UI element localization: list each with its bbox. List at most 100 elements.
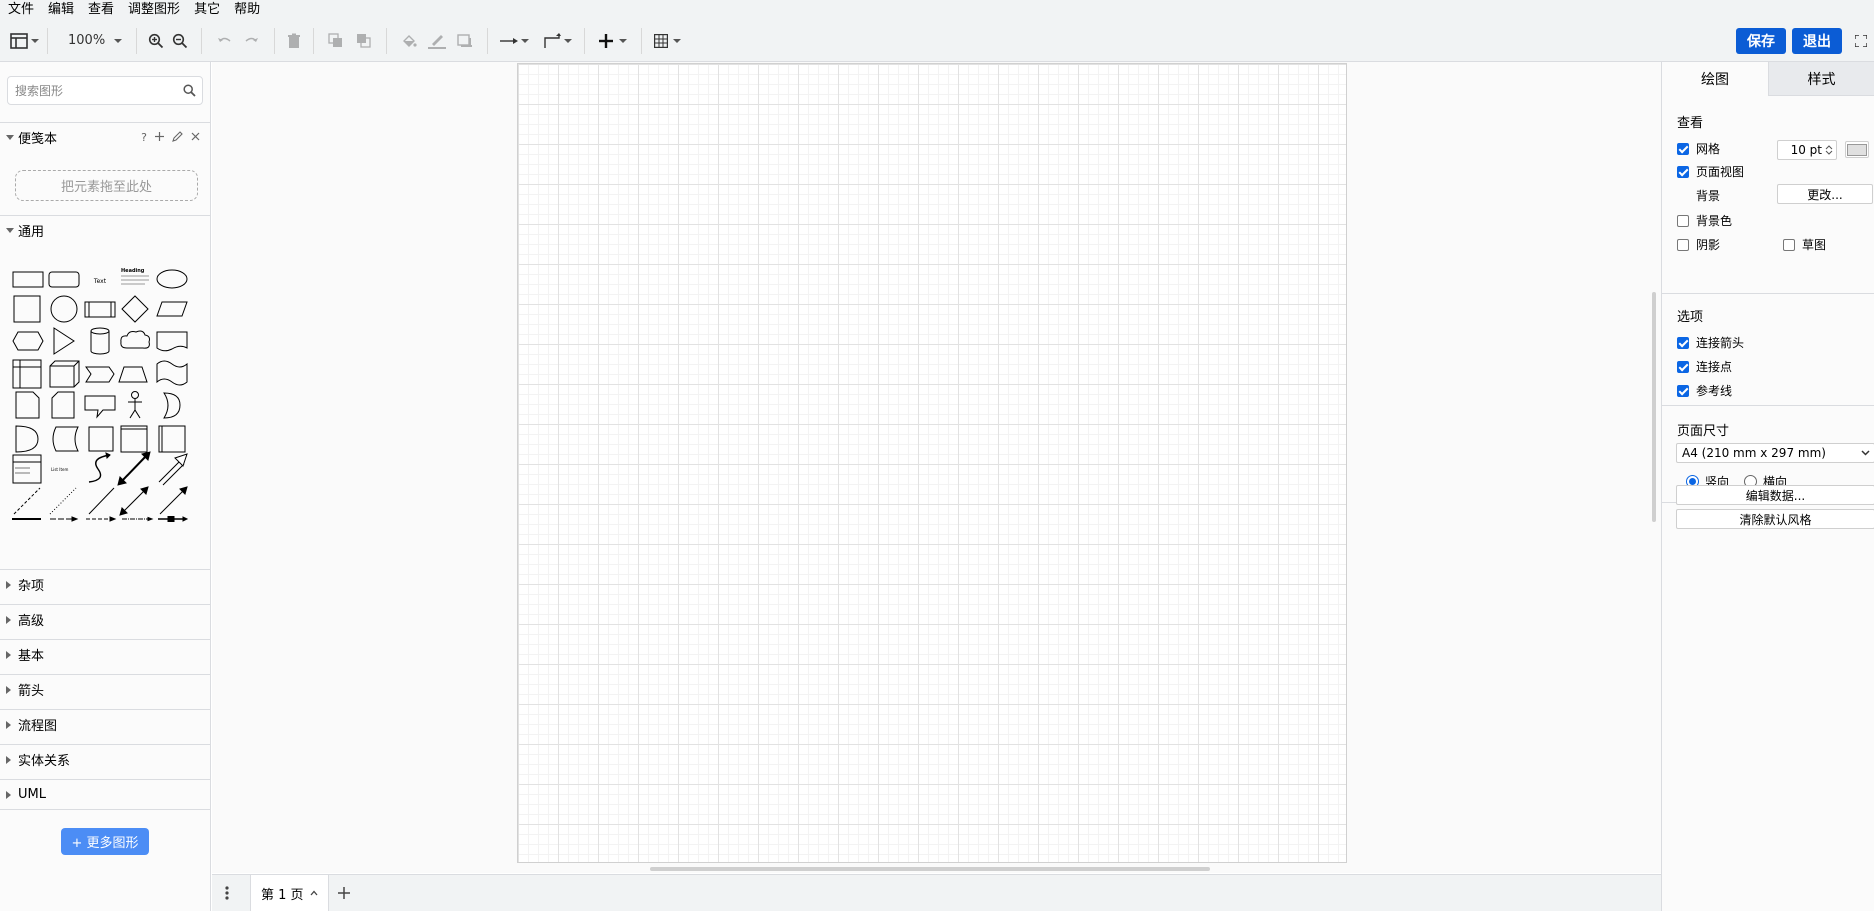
shape-dotted-line[interactable] (49, 487, 77, 515)
shape-callout[interactable] (84, 395, 116, 419)
layout-button[interactable] (10, 26, 39, 56)
more-shapes-button[interactable]: + 更多图形 (61, 828, 149, 855)
arrows-section[interactable]: 箭头 (0, 674, 210, 704)
menu-file[interactable]: 文件 (8, 0, 34, 20)
exit-button[interactable]: 退出 (1792, 28, 1842, 54)
shape-arrow[interactable] (158, 453, 188, 486)
shape-parallelogram[interactable] (156, 301, 188, 317)
shape-cylinder[interactable] (90, 327, 110, 355)
sketch-checkbox[interactable] (1783, 238, 1795, 251)
shape-step[interactable] (85, 366, 115, 383)
connection-style-button[interactable] (500, 26, 530, 56)
grid-color-button[interactable] (1845, 141, 1869, 158)
shape-cube[interactable] (49, 360, 80, 388)
connection-arrows-option[interactable]: 连接箭头 (1677, 334, 1744, 351)
fullscreen-button[interactable] (1848, 26, 1874, 56)
change-background-button[interactable]: 更改... (1777, 184, 1873, 204)
shape-text[interactable]: Text (85, 267, 115, 292)
fill-color-button[interactable] (395, 26, 423, 56)
shape-card[interactable] (51, 391, 75, 419)
shape-link-dashed[interactable] (86, 516, 117, 522)
background-color-option[interactable]: 背景色 (1677, 212, 1732, 229)
page-tab-1[interactable]: 第 1 页 (250, 875, 329, 911)
shape-process[interactable] (84, 301, 116, 318)
table-button[interactable] (654, 26, 682, 56)
scratchpad-header[interactable]: 便笺本 ? (0, 122, 210, 152)
menu-extras[interactable]: 其它 (194, 0, 220, 20)
tab-diagram[interactable]: 绘图 (1662, 62, 1768, 96)
misc-section[interactable]: 杂项 (0, 569, 210, 599)
shape-ellipse[interactable] (156, 269, 188, 289)
page-size-select[interactable]: A4 (210 mm x 297 mm) (1676, 443, 1874, 463)
shape-delay[interactable] (15, 425, 39, 453)
delete-button[interactable] (283, 26, 305, 56)
shape-data-storage[interactable] (52, 426, 79, 452)
add-page-button[interactable] (329, 878, 359, 908)
shape-line[interactable] (88, 487, 115, 515)
menu-edit[interactable]: 编辑 (48, 0, 74, 20)
page-grid[interactable] (517, 63, 1347, 863)
shape-cloud[interactable] (120, 330, 150, 349)
undo-button[interactable] (210, 26, 238, 56)
shape-list[interactable] (12, 454, 42, 484)
sketch-option[interactable]: 草图 (1783, 236, 1826, 253)
redo-button[interactable] (238, 26, 266, 56)
shape-container[interactable] (158, 425, 186, 453)
shape-circle[interactable] (50, 295, 78, 323)
diagram-canvas[interactable] (212, 62, 1661, 873)
shape-list-item[interactable]: List Item (51, 467, 68, 472)
tab-style[interactable]: 样式 (1768, 62, 1874, 96)
shadow-option[interactable]: 阴影 (1677, 236, 1720, 253)
plus-icon[interactable] (154, 131, 165, 142)
shape-document[interactable] (156, 331, 188, 352)
shape-trapezoid[interactable] (118, 366, 148, 383)
edit-icon[interactable] (172, 131, 183, 142)
guides-option[interactable]: 参考线 (1677, 382, 1732, 399)
shape-curve[interactable] (88, 452, 111, 483)
clear-default-style-button[interactable]: 清除默认风格 (1676, 509, 1874, 529)
shape-note[interactable] (15, 391, 40, 419)
shape-bidirectional-arrow[interactable] (117, 451, 151, 486)
to-back-button[interactable] (350, 26, 378, 56)
entity-relation-section[interactable]: 实体关系 (0, 744, 210, 774)
help-icon[interactable]: ? (141, 131, 147, 144)
shape-square[interactable] (13, 295, 41, 323)
uml-section[interactable]: UML (0, 779, 210, 810)
shadow-checkbox[interactable] (1677, 238, 1689, 251)
shadow-button[interactable] (451, 26, 479, 56)
waypoints-button[interactable] (543, 26, 573, 56)
zoom-select[interactable]: 100% (68, 26, 123, 56)
scratchpad-drop-zone[interactable]: 把元素拖至此处 (15, 170, 198, 201)
grid-option[interactable]: 网格 (1677, 140, 1720, 157)
advanced-section[interactable]: 高级 (0, 604, 210, 634)
insert-button[interactable] (599, 26, 628, 56)
shape-hexagon[interactable] (12, 331, 44, 351)
search-input[interactable]: 搜索图形 (7, 76, 203, 105)
shape-rounded-rectangle[interactable] (48, 271, 80, 288)
vertical-scrollbar[interactable] (1652, 292, 1656, 522)
shape-link-dashdot[interactable] (122, 516, 154, 522)
shape-frame[interactable] (120, 425, 148, 453)
menu-arrange[interactable]: 调整图形 (128, 0, 180, 20)
grid-size-input[interactable]: 10 pt (1777, 140, 1837, 160)
general-header[interactable]: 通用 (0, 215, 210, 245)
guides-checkbox[interactable] (1677, 384, 1689, 397)
shape-actor[interactable] (128, 391, 142, 419)
shape-textbox[interactable]: Heading (121, 268, 149, 285)
shape-link-arrow[interactable] (50, 516, 79, 522)
grid-checkbox[interactable] (1677, 142, 1689, 155)
shape-dashed-line[interactable] (13, 487, 41, 515)
shape-internal-storage[interactable] (12, 359, 42, 389)
shape-bidirectional-connector[interactable] (119, 486, 149, 516)
horizontal-scrollbar[interactable] (650, 867, 1210, 871)
zoom-in-button[interactable] (145, 26, 167, 56)
shape-triangle[interactable] (53, 327, 75, 355)
shape-directional-connector[interactable] (159, 486, 188, 515)
connection-arrows-checkbox[interactable] (1677, 336, 1689, 349)
menu-view[interactable]: 查看 (88, 0, 114, 20)
shape-tape[interactable] (156, 360, 188, 386)
shape-or[interactable] (163, 392, 181, 419)
pages-menu-button[interactable] (214, 878, 240, 908)
page-view-checkbox[interactable] (1677, 165, 1689, 178)
flowchart-section[interactable]: 流程图 (0, 709, 210, 739)
